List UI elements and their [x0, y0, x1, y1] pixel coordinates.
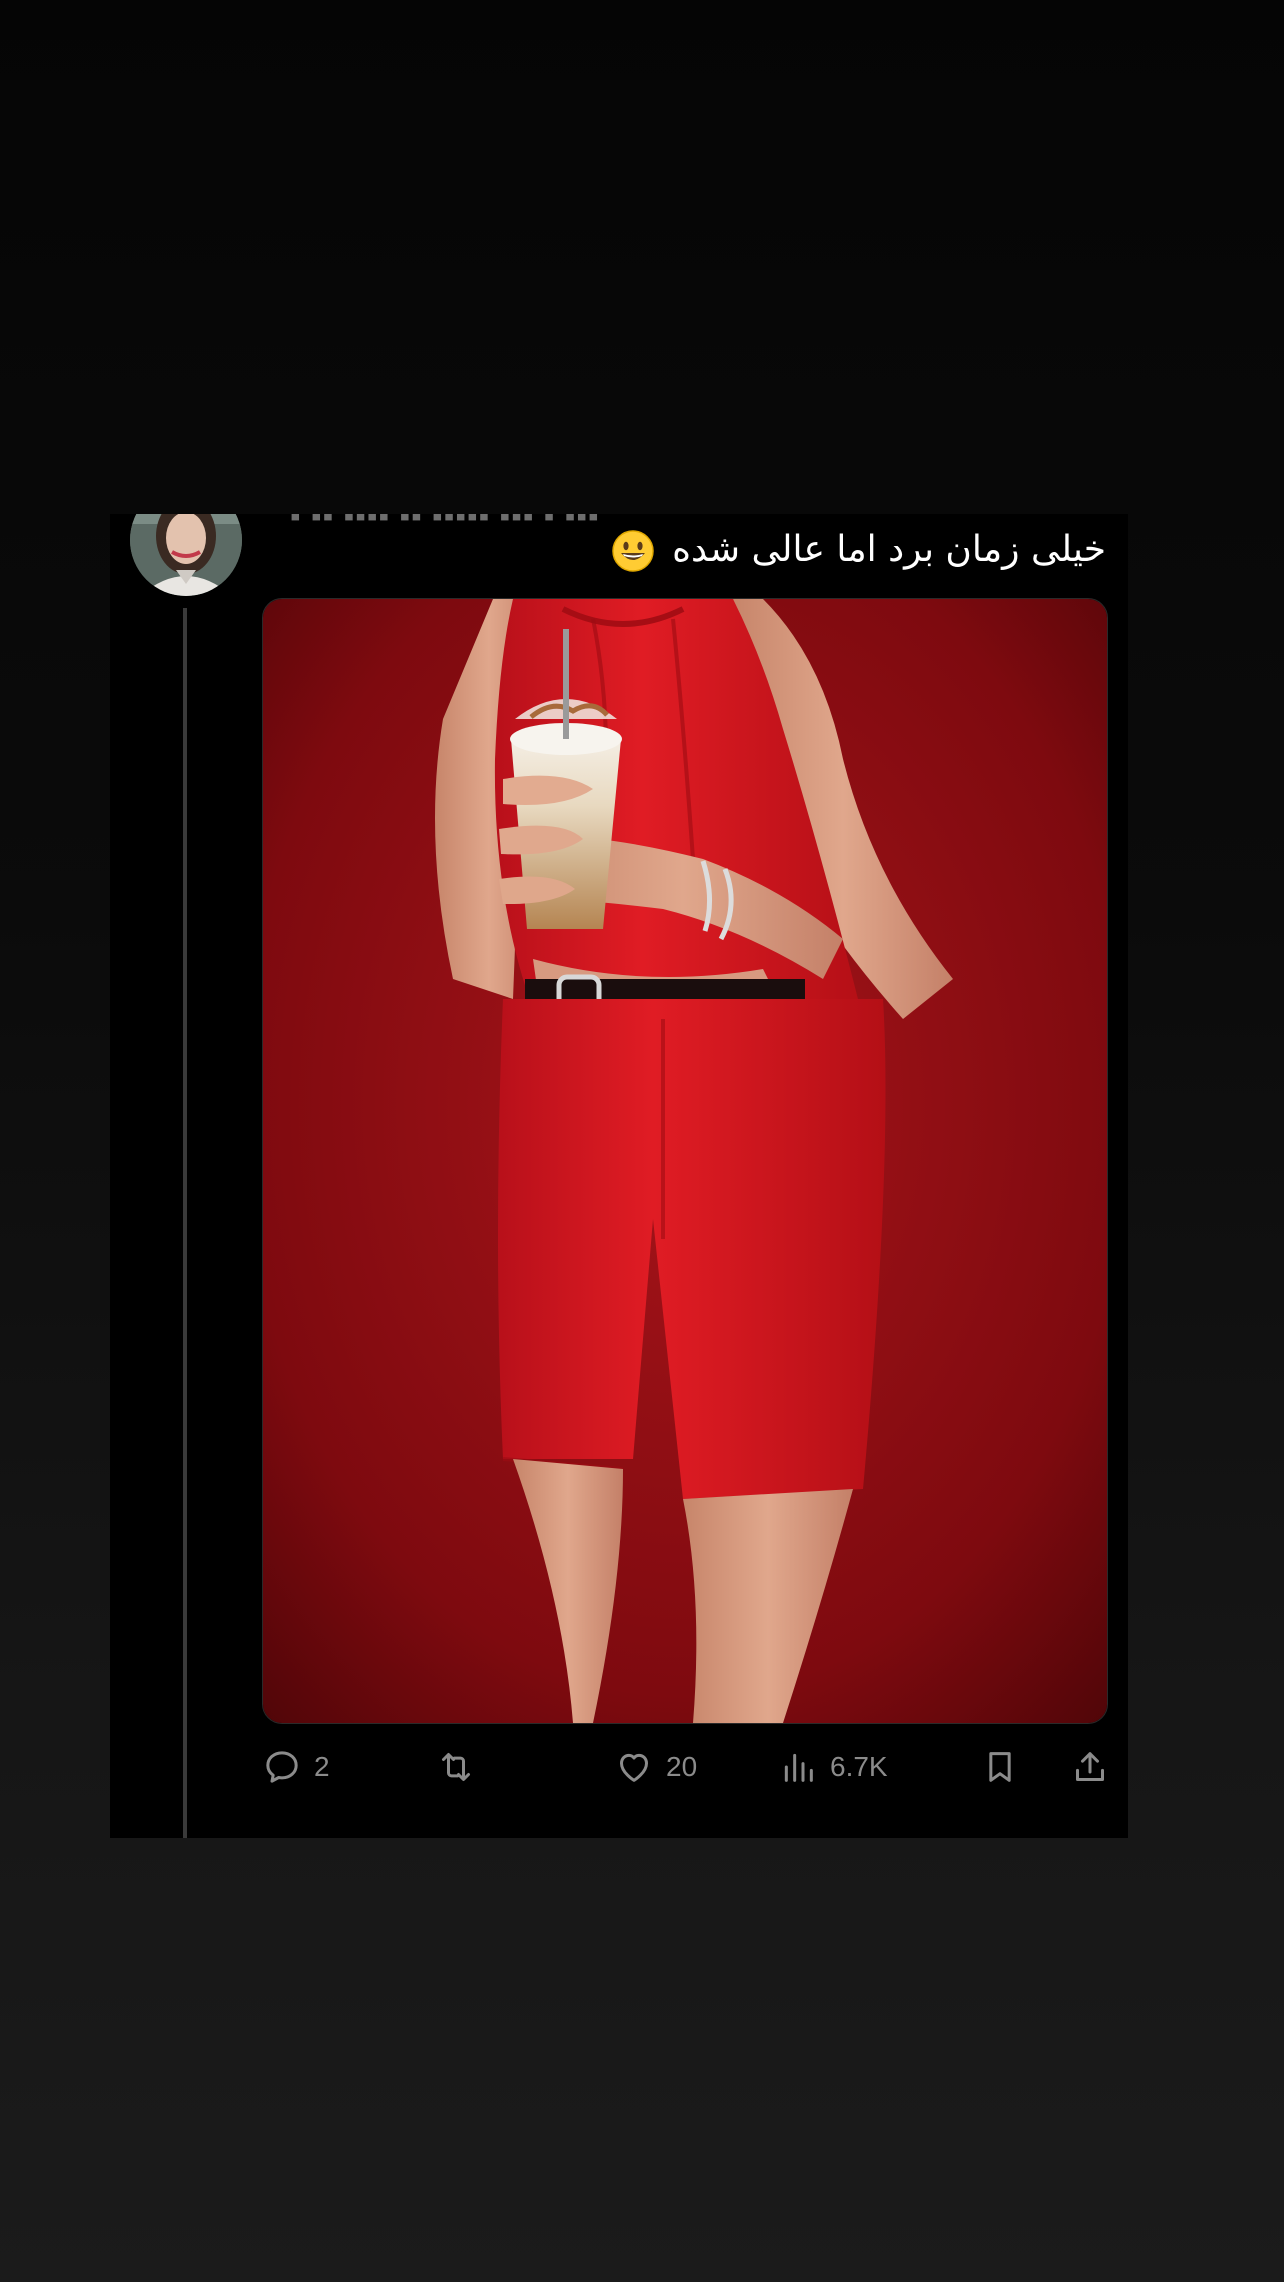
tweet-text: خیلی زمان برد اما عالی شده: [611, 526, 1106, 574]
reply-count: 2: [314, 1751, 330, 1782]
reply-button[interactable]: 2: [262, 1742, 330, 1792]
heart-icon: [620, 1753, 648, 1782]
bookmark-icon: [989, 1752, 1011, 1782]
tweet-text-content: خیلی زمان برد اما عالی شده: [672, 529, 1106, 570]
share-button[interactable]: [1070, 1742, 1110, 1792]
tweet-actions: 2 20 6.7K: [262, 1742, 1106, 1792]
photo-image: [263, 599, 1107, 1723]
views-button[interactable]: 6.7K: [778, 1742, 888, 1792]
tweet-photo[interactable]: [262, 598, 1108, 1724]
thread-line: [183, 608, 187, 1838]
clipped-author-header: ▪ ▪▪ ▪▪▪▪ ▪▪ ▪▪▪▪▪ ▪▪▪ ▪ ▪▪▪: [290, 514, 1110, 524]
retweet-icon: [442, 1753, 470, 1781]
share-icon: [1076, 1752, 1104, 1781]
bookmark-button[interactable]: [980, 1742, 1020, 1792]
tweet-card[interactable]: ▪ ▪▪ ▪▪▪▪ ▪▪ ▪▪▪▪▪ ▪▪▪ ▪ ▪▪▪ خیلی زمان ب…: [110, 514, 1128, 1838]
avatar-image: [130, 514, 242, 596]
views-count: 6.7K: [830, 1751, 888, 1782]
like-button[interactable]: 20: [614, 1742, 697, 1792]
like-count: 20: [666, 1751, 698, 1782]
reply-icon: [266, 1751, 298, 1783]
views-icon: [784, 1753, 813, 1782]
grinning-face-emoji: [611, 529, 655, 573]
avatar[interactable]: [130, 514, 242, 596]
retweet-button[interactable]: [436, 1742, 488, 1792]
